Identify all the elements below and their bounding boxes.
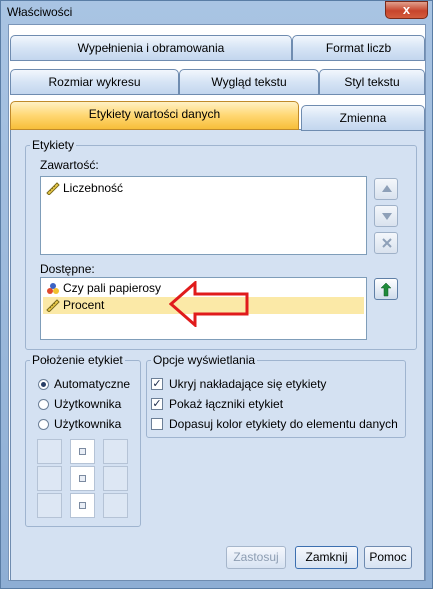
position-cell[interactable] [103,466,128,491]
list-item-label: Liczebność [63,181,124,195]
show-leader-lines-label: Pokaż łączniki etykiet [169,397,284,411]
hide-overlapping-checkbox[interactable]: ✓ [151,378,163,390]
position-cell[interactable] [37,466,62,491]
data-value-labels-panel: Etykiety Zawartość: Liczebność Dostępne:… [10,129,425,581]
add-to-contents-button[interactable] [374,278,398,300]
ruler-icon [46,299,60,312]
radio-automatic[interactable] [38,379,49,390]
list-item-label: Procent [63,298,105,312]
position-marker [79,448,86,455]
apply-button[interactable]: Zastosuj [226,546,286,569]
tab-chart-size[interactable]: Rozmiar wykresu [10,69,179,95]
radio-custom-1-label: Użytkownika [54,397,122,411]
tab-text-layout[interactable]: Wygląd tekstu [179,69,319,95]
radio-automatic-label: Automatyczne [54,377,131,391]
close-icon [382,238,392,248]
remove-button[interactable] [374,232,398,254]
match-label-color-label: Dopasuj kolor etykiety do elementu danyc… [169,417,398,431]
display-options-legend: Opcje wyświetlania [151,353,258,367]
contents-label: Zawartość: [40,158,99,172]
label-position-legend: Położenie etykiet [30,353,125,367]
tab-data-value-labels[interactable]: Etykiety wartości danych [10,101,299,130]
tab-number-format[interactable]: Format liczb [292,35,425,61]
position-cell[interactable] [37,493,62,518]
radio-custom-1[interactable] [38,399,49,410]
position-cell[interactable] [103,439,128,464]
position-marker [79,502,86,509]
position-cell[interactable] [103,493,128,518]
close-window-button[interactable]: x [385,1,428,19]
match-label-color-checkbox[interactable] [151,418,163,430]
tab-fill-and-border[interactable]: Wypełnienia i obramowania [10,35,292,61]
arrow-down-icon [382,213,392,220]
nominal-icon [47,283,59,294]
labels-group-legend: Etykiety [30,138,77,152]
close-button[interactable]: Zamknij [295,546,358,569]
position-marker [79,475,86,482]
annotation-arrow-icon [169,281,249,327]
move-up-arrow-icon [380,283,392,297]
radio-custom-2[interactable] [38,419,49,430]
move-down-button[interactable] [374,205,398,227]
properties-window: Właściwości x Wypełnienia i obramowania … [0,0,433,589]
move-up-button[interactable] [374,178,398,200]
show-leader-lines-checkbox[interactable]: ✓ [151,398,163,410]
tab-text-style[interactable]: Styl tekstu [319,69,425,95]
help-button[interactable]: Pomoc [364,546,412,569]
radio-custom-2-label: Użytkownika [54,417,122,431]
tab-variable[interactable]: Zmienna [301,105,425,131]
arrow-up-icon [382,185,392,192]
position-grid[interactable] [37,439,128,520]
list-item-label: Czy pali papierosy [63,281,162,295]
position-cell[interactable] [70,493,95,518]
contents-listbox[interactable]: Liczebność [40,176,367,255]
title-bar[interactable]: Właściwości x [1,1,432,23]
hide-overlapping-label: Ukryj nakładające się etykiety [169,377,327,391]
window-title: Właściwości [7,5,73,19]
position-cell[interactable] [37,439,62,464]
position-cell[interactable] [70,439,95,464]
position-cell[interactable] [70,466,95,491]
list-item[interactable]: Liczebność [43,180,364,197]
available-label: Dostępne: [40,262,95,276]
ruler-icon [46,182,60,195]
